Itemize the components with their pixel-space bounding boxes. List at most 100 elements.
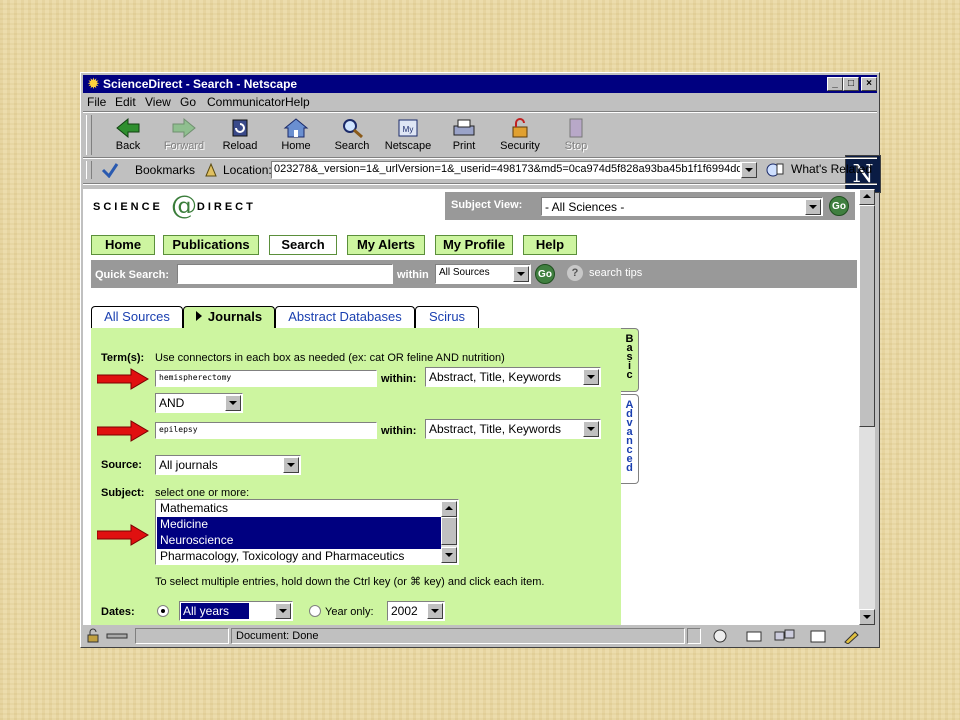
navigator-icon[interactable]	[711, 628, 729, 644]
menu-edit[interactable]: Edit	[115, 95, 136, 109]
subject-view-go-button[interactable]: Go	[829, 196, 849, 216]
within1-select[interactable]: Abstract, Title, Keywords	[425, 367, 601, 387]
security-button[interactable]: Security	[495, 115, 545, 155]
connector-dropdown-icon[interactable]	[225, 395, 241, 411]
subject-view-bar: Subject View: - All Sciences - Go	[445, 192, 855, 220]
security-label: Security	[500, 140, 540, 152]
menu-help[interactable]: Help	[285, 95, 310, 109]
groups-icon[interactable]	[773, 628, 797, 644]
listbox-scroll-up-icon[interactable]	[441, 501, 457, 517]
status-divider	[687, 628, 701, 644]
dates-all-years-radio[interactable]	[157, 605, 169, 617]
toolbar-grip[interactable]	[86, 115, 92, 155]
stop-label: Stop	[564, 140, 588, 152]
basic-side-tab[interactable]: Basic	[621, 328, 639, 392]
page-scrollbar[interactable]	[859, 189, 875, 625]
netscape-button[interactable]: My Netscape	[383, 115, 433, 155]
subject-hint: select one or more:	[155, 487, 250, 499]
tab-abstract-databases[interactable]: Abstract Databases	[275, 306, 415, 328]
forward-button[interactable]: Forward	[159, 115, 209, 155]
help-icon[interactable]: ?	[567, 265, 583, 281]
term1-input[interactable]: hemispherectomy	[155, 370, 377, 387]
dates-select[interactable]: All years	[179, 601, 293, 621]
scroll-up-icon[interactable]	[859, 189, 875, 205]
nav-search[interactable]: Search	[269, 235, 337, 255]
svg-text:My: My	[403, 125, 414, 134]
status-text: Document: Done	[236, 630, 319, 642]
menu-view[interactable]: View	[145, 95, 171, 109]
whats-related-button[interactable]: What's Related	[791, 162, 872, 176]
print-button[interactable]: Print	[439, 115, 489, 155]
nav-my-alerts[interactable]: My Alerts	[347, 235, 425, 255]
year-select[interactable]: 2002	[387, 601, 445, 621]
netscape-window: ✹ ScienceDirect - Search - Netscape _ □ …	[80, 72, 881, 648]
menu-file[interactable]: File	[87, 95, 106, 109]
close-button[interactable]: ×	[861, 77, 877, 91]
lock-icon	[512, 118, 528, 138]
location-label: Location:	[223, 163, 272, 177]
home-button[interactable]: Home	[271, 115, 321, 155]
source-select[interactable]: All journals	[155, 455, 301, 475]
url-dropdown-icon[interactable]	[741, 162, 757, 178]
maximize-button[interactable]: □	[843, 77, 859, 91]
url-field[interactable]: 023278&_version=1&_urlVersion=1&_userid=…	[271, 161, 741, 179]
minimize-button[interactable]: _	[827, 77, 843, 91]
subject-listbox-scrollbar[interactable]	[441, 501, 457, 563]
within1-dropdown-icon[interactable]	[583, 369, 599, 385]
dates-dropdown-icon[interactable]	[275, 603, 291, 619]
edit-page-icon[interactable]	[843, 628, 865, 644]
logo-science: SCIENCE	[93, 201, 163, 213]
tab-all-sources[interactable]: All Sources	[91, 306, 183, 328]
quick-search-dropdown-icon[interactable]	[513, 266, 529, 282]
year-dropdown-icon[interactable]	[427, 603, 443, 619]
subject-option-medicine[interactable]: Medicine	[157, 517, 441, 533]
mail-icon[interactable]	[745, 628, 763, 644]
source-dropdown-icon[interactable]	[283, 457, 299, 473]
sciencedirect-logo[interactable]: SCIENCE DIRECT @	[93, 191, 256, 221]
search-tips-link[interactable]: search tips	[589, 267, 642, 279]
within1-value: Abstract, Title, Keywords	[429, 370, 562, 384]
quick-search-input[interactable]	[177, 264, 393, 284]
year-value: 2002	[391, 604, 418, 618]
subject-view-select[interactable]: - All Sciences -	[541, 197, 823, 216]
subject-view-dropdown-icon[interactable]	[805, 199, 821, 215]
bookmarks-button[interactable]: Bookmarks	[135, 163, 195, 177]
connector-select[interactable]: AND	[155, 393, 243, 413]
stop-button[interactable]: Stop	[551, 115, 601, 155]
subject-option-pharmacology[interactable]: Pharmacology, Toxicology and Pharmaceuti…	[157, 549, 441, 564]
within2-dropdown-icon[interactable]	[583, 421, 599, 437]
reload-icon	[232, 119, 248, 137]
home-label: Home	[281, 140, 311, 152]
within2-select[interactable]: Abstract, Title, Keywords	[425, 419, 601, 439]
subject-view-value: - All Sciences -	[545, 200, 625, 214]
nav-publications[interactable]: Publications	[163, 235, 259, 255]
quick-search-go-button[interactable]: Go	[535, 264, 555, 284]
menu-go[interactable]: Go	[180, 95, 196, 109]
tab-journals[interactable]: Journals	[183, 306, 275, 329]
tab-scirus[interactable]: Scirus	[415, 306, 479, 328]
scroll-thumb[interactable]	[859, 205, 875, 427]
term2-input[interactable]: epilepsy	[155, 422, 377, 439]
search-button[interactable]: Search	[327, 115, 377, 155]
menu-communicator[interactable]: Communicator	[207, 95, 285, 109]
advanced-side-tab[interactable]: Advanced	[621, 394, 639, 484]
subject-option-neuroscience[interactable]: Neuroscience	[157, 533, 441, 549]
back-button[interactable]: Back	[103, 115, 153, 155]
composer-icon[interactable]	[809, 628, 827, 644]
security-status-icon[interactable]	[85, 628, 103, 644]
year-only-radio[interactable]	[309, 605, 321, 617]
whats-related-icon	[766, 163, 784, 177]
nav-my-profile[interactable]: My Profile	[435, 235, 513, 255]
nav-home[interactable]: Home	[91, 235, 155, 255]
title-bar: ✹ ScienceDirect - Search - Netscape _ □ …	[83, 75, 877, 93]
listbox-scroll-down-icon[interactable]	[441, 547, 457, 563]
subject-listbox[interactable]: Mathematics Medicine Neuroscience Pharma…	[155, 499, 459, 565]
scroll-down-icon[interactable]	[859, 609, 875, 625]
reload-button[interactable]: Reload	[215, 115, 265, 155]
subject-option-mathematics[interactable]: Mathematics	[157, 501, 441, 517]
listbox-scroll-thumb[interactable]	[441, 517, 457, 545]
location-grip[interactable]	[86, 161, 92, 179]
quick-search-within-select[interactable]: All Sources	[435, 264, 531, 284]
nav-help[interactable]: Help	[523, 235, 577, 255]
year-only-label: Year only:	[325, 606, 374, 618]
